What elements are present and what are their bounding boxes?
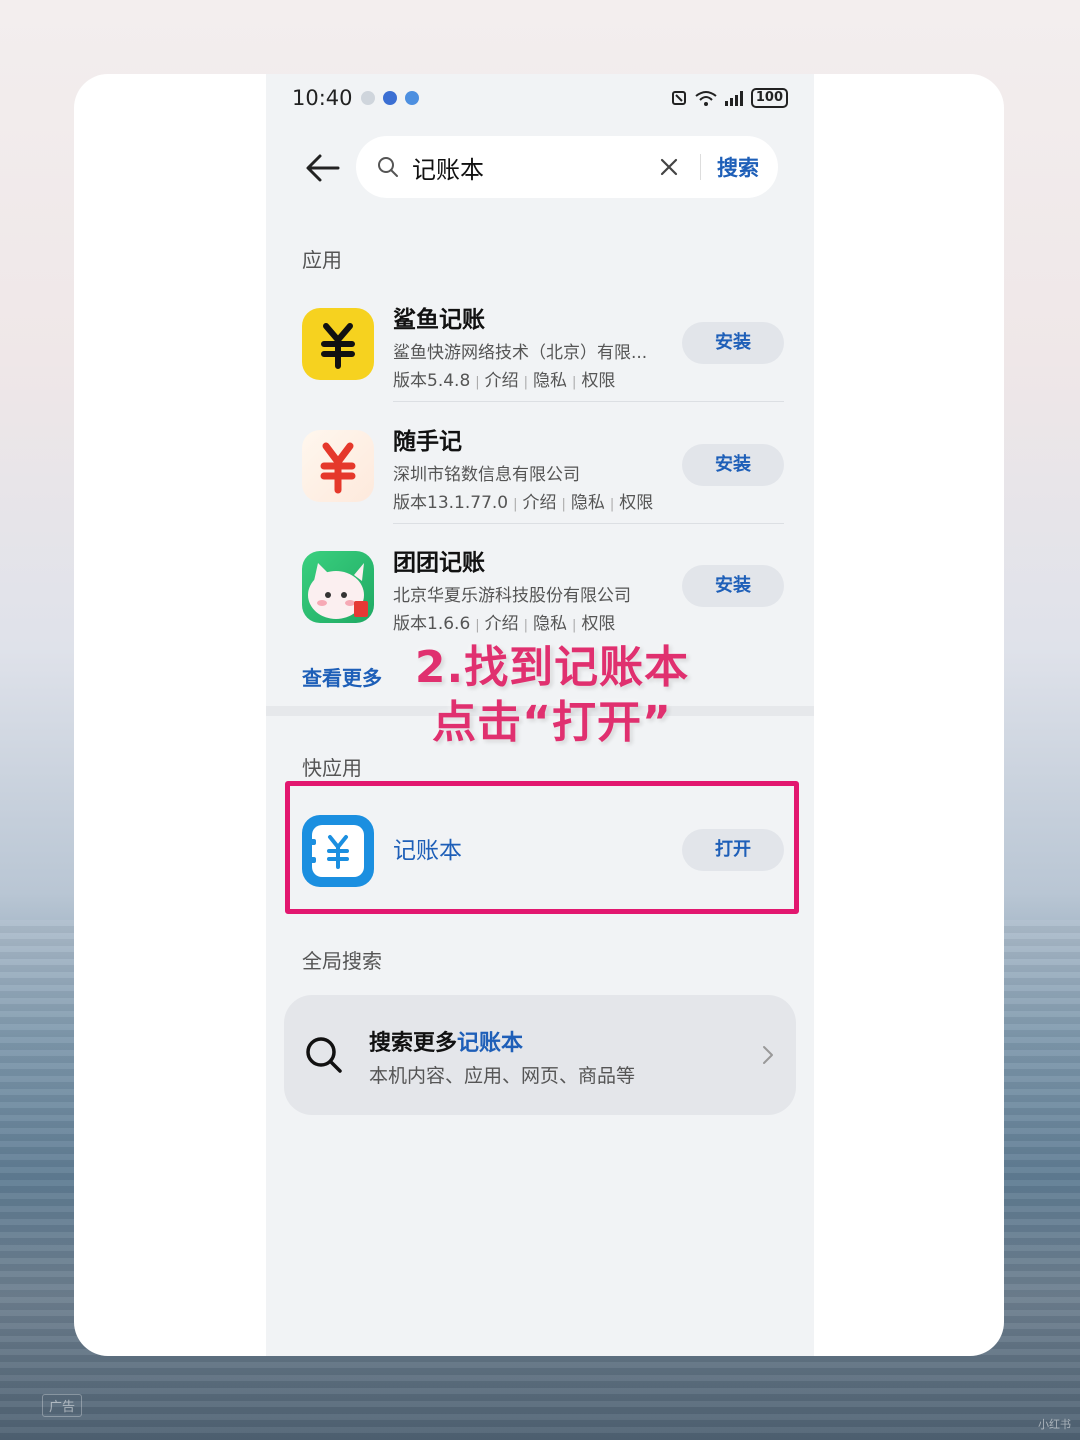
cat-app-icon	[302, 551, 374, 623]
annotation-text: 2.找到记账本 点击“打开”	[402, 640, 702, 750]
battery-icon: 100	[750, 88, 788, 108]
global-search-subtitle: 本机内容、应用、网页、商品等	[369, 1065, 636, 1087]
search-icon	[378, 157, 398, 177]
search-divider	[700, 154, 701, 180]
divider	[393, 523, 784, 524]
status-right: 100	[671, 88, 788, 108]
search-query: 记账本	[412, 156, 484, 184]
annotation-line-1: 2.找到记账本	[414, 642, 690, 693]
app-name: 鲨鱼记账	[393, 307, 485, 333]
app-name: 随手记	[393, 429, 462, 455]
app-notification-icon	[382, 91, 397, 105]
highlight-box	[285, 781, 799, 914]
search-row: 记账本 搜索	[266, 136, 814, 198]
section-title-global-search: 全局搜索	[302, 949, 382, 973]
global-search-card[interactable]: 搜索更多记账本 本机内容、应用、网页、商品等	[284, 995, 796, 1115]
nfc-icon	[671, 91, 686, 105]
watermark: 小红书	[1038, 1418, 1071, 1431]
install-button[interactable]: 安装	[682, 565, 784, 607]
back-arrow-icon[interactable]	[302, 146, 346, 190]
search-button[interactable]: 搜索	[708, 152, 768, 182]
see-more-link[interactable]: 查看更多	[302, 662, 382, 691]
global-search-prefix: 搜索更多	[369, 1031, 458, 1056]
status-left: 10:40	[292, 86, 419, 110]
app-privacy-link[interactable]: 隐私	[533, 371, 567, 391]
status-bar: 10:40 100	[266, 74, 814, 122]
app-intro-link[interactable]: 介绍	[485, 614, 519, 634]
status-time: 10:40	[292, 86, 353, 110]
app-version: 版本1.6.6	[393, 614, 471, 634]
app-permissions-link[interactable]: 权限	[581, 371, 615, 391]
app-intro-link[interactable]: 介绍	[523, 493, 557, 513]
notification-icon	[360, 91, 375, 105]
divider	[393, 401, 784, 402]
section-title-quick-apps: 快应用	[302, 756, 362, 780]
app-privacy-link[interactable]: 隐私	[533, 614, 567, 634]
install-button[interactable]: 安装	[682, 322, 784, 364]
app-row-suishouji[interactable]: 随手记 深圳市铭数信息有限公司 版本13.1.77.0 | 介绍 | 隐私 | 权限 安装	[266, 422, 814, 542]
app-name: 团团记账	[393, 550, 485, 576]
app-permissions-link[interactable]: 权限	[581, 614, 615, 634]
app-developer: 深圳市铭数信息有限公司	[393, 465, 580, 485]
app-row-shayu[interactable]: 鲨鱼记账 鲨鱼快游网络技术（北京）有限... 版本5.4.8 | 介绍 | 隐私 | 权限 …	[266, 300, 814, 420]
app-developer: 鲨鱼快游网络技术（北京）有限...	[393, 343, 648, 363]
app-developer: 北京华夏乐游科技股份有限公司	[393, 586, 631, 606]
wifi-icon	[695, 91, 717, 106]
app-meta: 版本1.6.6 | 介绍 | 隐私 | 权限	[393, 614, 616, 634]
section-title-apps: 应用	[302, 248, 342, 272]
app-meta: 版本13.1.77.0 | 介绍 | 隐私 | 权限	[393, 493, 654, 513]
app-notification-icon-2	[404, 91, 419, 105]
app-version: 版本13.1.77.0	[393, 493, 509, 513]
app-version: 版本5.4.8	[393, 371, 471, 391]
ad-label: 广告	[42, 1394, 83, 1417]
yuan-symbol-icon	[321, 323, 355, 369]
suishouji-app-icon	[302, 430, 374, 502]
search-input[interactable]: 记账本 搜索	[356, 136, 778, 198]
signal-icon	[724, 90, 743, 106]
clear-icon[interactable]	[656, 154, 682, 180]
app-privacy-link[interactable]: 隐私	[571, 493, 605, 513]
cat-face-icon	[308, 563, 368, 619]
search-icon	[306, 1037, 342, 1073]
app-intro-link[interactable]: 介绍	[485, 371, 519, 391]
install-button[interactable]: 安装	[682, 444, 784, 486]
annotation-line-2: 点击“打开”	[432, 697, 672, 748]
chevron-right-icon	[763, 1046, 773, 1064]
yuan-symbol-icon	[320, 442, 356, 494]
app-meta: 版本5.4.8 | 介绍 | 隐私 | 权限	[393, 371, 616, 391]
yuan-app-icon	[302, 308, 374, 380]
global-search-query: 记账本	[457, 1031, 524, 1056]
app-permissions-link[interactable]: 权限	[619, 493, 653, 513]
global-search-title: 搜索更多记账本	[369, 1025, 523, 1057]
